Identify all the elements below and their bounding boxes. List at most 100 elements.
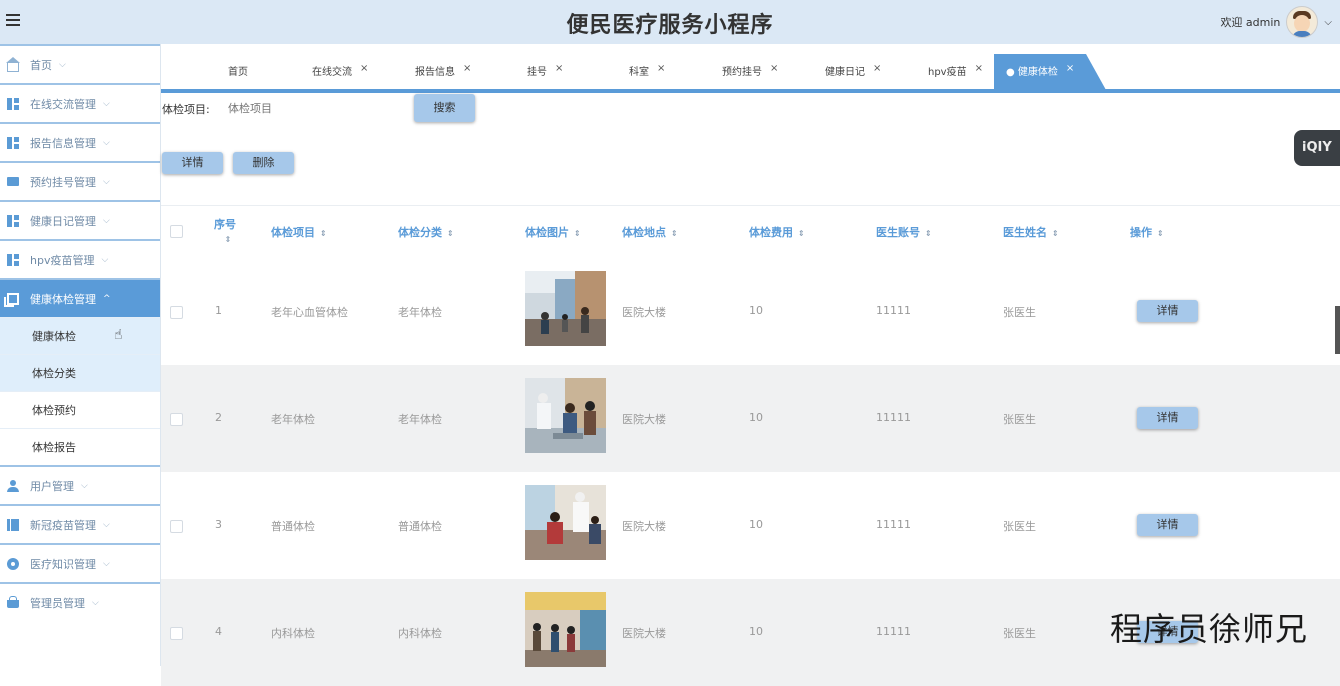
tab-diary[interactable]: 健康日记 ×: [825, 54, 881, 90]
table-header: 序号 ⇕ 体检项目 ⇕ 体检分类 ⇕ 体检图片 ⇕ 体检地点 ⇕ 体检费用 ⇕ 医生账号 ⇕ …: [161, 205, 1340, 262]
app-title: 便民医疗服务小程序: [566, 13, 774, 38]
row-detail-button[interactable]: 详情: [1137, 514, 1198, 536]
close-icon[interactable]: ×: [657, 63, 665, 74]
cell-account: 11111: [876, 625, 911, 638]
chevron-down-icon: ⌵: [92, 597, 99, 608]
video-watermark-badge: iQIY: [1294, 130, 1340, 166]
subitem-health-check[interactable]: 健康体检: [0, 317, 160, 354]
col-header-no[interactable]: 序号 ⇕: [214, 216, 236, 245]
subitem-check-category[interactable]: 体检分类: [0, 354, 160, 391]
row-checkbox[interactable]: [170, 306, 183, 319]
close-icon[interactable]: ×: [770, 63, 778, 74]
ticket-icon: [7, 177, 19, 186]
checkup-photo[interactable]: [525, 378, 606, 453]
sidebar-item-appointment[interactable]: 预约挂号管理 ⌵: [0, 161, 160, 200]
dashboard-icon: [7, 97, 19, 110]
col-header-item[interactable]: 体检项目 ⇕: [271, 224, 327, 240]
cell-item: 老年心血管体检: [271, 306, 348, 319]
close-icon[interactable]: ×: [463, 63, 471, 74]
select-all-checkbox[interactable]: [170, 225, 183, 238]
close-icon[interactable]: ×: [873, 63, 881, 74]
detail-button[interactable]: 详情: [162, 152, 223, 174]
video-overlay-caption: 程序员徐师兄: [1110, 610, 1309, 648]
sidebar-item-hpv[interactable]: hpv疫苗管理 ⌵: [0, 239, 160, 278]
cell-category: 内科体检: [398, 627, 442, 640]
subitem-check-appointment[interactable]: 体检预约: [0, 391, 160, 428]
chevron-down-icon[interactable]: ⌵: [1324, 17, 1332, 28]
tab-report[interactable]: 报告信息 ×: [415, 54, 471, 90]
col-header-category[interactable]: 体检分类 ⇕: [398, 224, 454, 240]
sidebar-item-diary[interactable]: 健康日记管理 ⌵: [0, 200, 160, 239]
scrollbar-thumb[interactable]: [1335, 306, 1340, 354]
sidebar-item-health-check[interactable]: 健康体检管理 ^: [0, 278, 160, 317]
sort-icon[interactable]: ⇕: [225, 235, 232, 244]
row-checkbox[interactable]: [170, 627, 183, 640]
col-header-image[interactable]: 体检图片 ⇕: [525, 224, 581, 240]
cell-item: 普通体检: [271, 520, 315, 533]
col-header-doctor[interactable]: 医生姓名 ⇕: [1003, 224, 1059, 240]
close-icon[interactable]: ×: [555, 63, 563, 74]
sidebar-item-covid-vaccine[interactable]: 新冠疫苗管理 ⌵: [0, 504, 160, 543]
tab-appointment[interactable]: 预约挂号 ×: [722, 54, 778, 90]
tab-hpv[interactable]: hpv疫苗 ×: [928, 54, 983, 90]
top-header: 便民医疗服务小程序 欢迎 admin ⌵: [0, 0, 1340, 44]
tab-health-check[interactable]: ● 健康体检 ×: [994, 54, 1107, 90]
row-checkbox[interactable]: [170, 413, 183, 426]
sidebar-item-knowledge[interactable]: 医疗知识管理 ⌵: [0, 543, 160, 582]
sort-icon[interactable]: ⇕: [447, 229, 454, 238]
col-header-action[interactable]: 操作 ⇕: [1130, 224, 1164, 240]
sort-icon[interactable]: ⇕: [798, 229, 805, 238]
close-icon[interactable]: ×: [1066, 63, 1074, 74]
sidebar: 首页 ⌵ 在线交流管理 ⌵ 报告信息管理 ⌵ 预约挂号管理 ⌵ 健康日记管理 ⌵ hpv疫…: [0, 44, 161, 666]
cell-no: 2: [215, 411, 222, 424]
chevron-down-icon: ⌵: [103, 558, 110, 569]
subitem-check-report[interactable]: 体检报告: [0, 428, 160, 465]
sort-icon[interactable]: ⇕: [1157, 229, 1164, 238]
sort-icon[interactable]: ⇕: [320, 229, 327, 238]
basket-icon: [7, 596, 19, 608]
close-icon[interactable]: ×: [975, 63, 983, 74]
checkup-photo[interactable]: [525, 485, 606, 560]
chevron-down-icon: ⌵: [101, 254, 109, 265]
checkup-photo[interactable]: [525, 271, 606, 346]
table-row: 2 老年体检 老年体检 医院大楼 10 11111 张医生 详情: [161, 365, 1340, 472]
row-detail-button[interactable]: 详情: [1137, 407, 1198, 429]
cell-doctor: 张医生: [1003, 306, 1036, 319]
cell-item: 老年体检: [271, 413, 315, 426]
tab-home[interactable]: 首页: [228, 54, 248, 90]
chevron-down-icon: ⌵: [103, 137, 110, 148]
delete-button[interactable]: 删除: [233, 152, 294, 174]
tab-register[interactable]: 挂号 ×: [527, 54, 563, 90]
cell-category: 老年体检: [398, 413, 442, 426]
cell-fee: 10: [749, 411, 763, 424]
sidebar-item-online-chat[interactable]: 在线交流管理 ⌵: [0, 83, 160, 122]
cell-location: 医院大楼: [622, 627, 666, 640]
cell-location: 医院大楼: [622, 413, 666, 426]
sort-icon[interactable]: ⇕: [925, 229, 932, 238]
dashboard-icon: [7, 253, 19, 266]
col-header-account[interactable]: 医生账号 ⇕: [876, 224, 932, 240]
sidebar-item-users[interactable]: 用户管理 ⌵: [0, 465, 160, 504]
cell-account: 11111: [876, 411, 911, 424]
sidebar-item-report[interactable]: 报告信息管理 ⌵: [0, 122, 160, 161]
row-detail-button[interactable]: 详情: [1137, 300, 1198, 322]
user-area[interactable]: 欢迎 admin ⌵: [1220, 3, 1332, 41]
search-button[interactable]: 搜索: [414, 94, 475, 122]
chevron-up-icon: ^: [103, 293, 111, 304]
tab-department[interactable]: 科室 ×: [629, 54, 665, 90]
sidebar-item-admin[interactable]: 管理员管理 ⌵: [0, 582, 160, 621]
checkup-photo[interactable]: [525, 592, 606, 667]
search-input[interactable]: [226, 98, 410, 120]
sort-icon[interactable]: ⇕: [671, 229, 678, 238]
tab-online-chat[interactable]: 在线交流 ×: [312, 54, 368, 90]
col-header-location[interactable]: 体检地点 ⇕: [622, 224, 678, 240]
cell-item: 内科体检: [271, 627, 315, 640]
row-checkbox[interactable]: [170, 520, 183, 533]
table-row: 1 老年心血管体检 老年体检 医院大楼 10 11111 张医生 详情: [161, 258, 1340, 365]
close-icon[interactable]: ×: [360, 63, 368, 74]
sort-icon[interactable]: ⇕: [574, 229, 581, 238]
col-header-fee[interactable]: 体检费用 ⇕: [749, 224, 805, 240]
sort-icon[interactable]: ⇕: [1052, 229, 1059, 238]
sidebar-item-home[interactable]: 首页 ⌵: [0, 44, 160, 83]
avatar[interactable]: [1286, 6, 1319, 38]
